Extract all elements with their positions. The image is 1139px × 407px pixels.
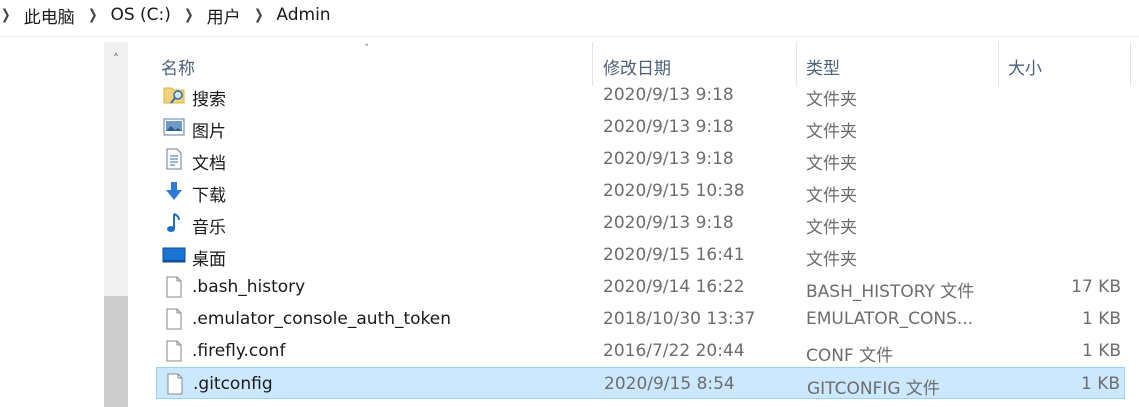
file-row[interactable]: .firefly.conf 2016/7/22 20:44 CONF 文件 1 KB: [156, 335, 1125, 367]
file-type: 文件夹: [806, 122, 857, 142]
column-resize-handle[interactable]: [1130, 42, 1131, 86]
file-type: CONF 文件: [806, 346, 894, 366]
chevron-right-icon[interactable]: ❯: [254, 7, 263, 23]
desktop-folder-icon: [162, 243, 186, 267]
column-type-header[interactable]: 类型: [806, 54, 840, 79]
file-date-modified: 2020/9/13 9:18: [603, 85, 734, 105]
scroll-up-arrow-icon[interactable]: ˄: [104, 42, 128, 76]
file-date-modified: 2020/9/13 9:18: [603, 213, 734, 233]
file-name: 图片: [192, 122, 226, 142]
file-date-modified: 2018/10/30 13:37: [603, 309, 756, 329]
chevron-right-icon[interactable]: ❯: [88, 7, 97, 23]
breadcrumb-os-drive[interactable]: OS (C:): [110, 5, 170, 25]
file-type: 文件夹: [806, 154, 857, 174]
pictures-folder-icon: [162, 115, 186, 139]
breadcrumb: ❯ 此电脑 ❯ OS (C:) ❯ 用户 ❯ Admin: [0, 0, 1139, 30]
file-icon: [162, 275, 186, 299]
file-date-modified: 2020/9/15 8:54: [604, 374, 735, 394]
file-name: .gitconfig: [193, 374, 273, 394]
file-icon: [163, 372, 187, 396]
file-row[interactable]: 桌面 2020/9/15 16:41 文件夹: [156, 239, 1125, 271]
navigation-pane-scrollbar[interactable]: ˄: [104, 42, 128, 407]
file-date-modified: 2020/9/13 9:18: [603, 149, 734, 169]
file-date-modified: 2020/9/15 10:38: [603, 181, 745, 201]
column-name-header[interactable]: 名称: [161, 54, 195, 79]
file-type: 文件夹: [806, 250, 857, 270]
music-folder-icon: [162, 211, 186, 235]
file-name: .firefly.conf: [192, 341, 286, 361]
file-row[interactable]: 音乐 2020/9/13 9:18 文件夹: [156, 207, 1125, 239]
breadcrumb-admin[interactable]: Admin: [276, 5, 330, 25]
column-size-header[interactable]: 大小: [1008, 54, 1042, 79]
file-row[interactable]: 下载 2020/9/15 10:38 文件夹: [156, 175, 1125, 207]
file-name: 文档: [192, 154, 226, 174]
chevron-right-icon[interactable]: ❯: [1, 7, 10, 23]
file-name: .bash_history: [192, 277, 306, 297]
file-name: 音乐: [192, 218, 226, 238]
file-icon: [162, 339, 186, 363]
file-size: 1 KB: [1081, 341, 1121, 361]
file-size: 1 KB: [1080, 374, 1120, 394]
file-name: 桌面: [192, 250, 226, 270]
file-row[interactable]: 文档 2020/9/13 9:18 文件夹: [156, 143, 1125, 175]
column-date-header[interactable]: 修改日期: [603, 54, 671, 79]
scrollbar-thumb[interactable]: [104, 296, 128, 407]
file-type: GITCONFIG 文件: [807, 379, 940, 399]
toolbar-divider: [0, 36, 1139, 37]
file-date-modified: 2020/9/14 16:22: [603, 277, 745, 297]
file-size: 1 KB: [1081, 309, 1121, 329]
file-type: BASH_HISTORY 文件: [806, 282, 975, 302]
documents-folder-icon: [162, 147, 186, 171]
file-type: EMULATOR_CONS...: [806, 309, 974, 329]
breadcrumb-this-pc[interactable]: 此电脑: [24, 3, 75, 28]
file-name: 搜索: [192, 90, 226, 110]
downloads-folder-icon: [162, 179, 186, 203]
search-folder-icon: [162, 83, 186, 107]
chevron-right-icon[interactable]: ❯: [184, 7, 193, 23]
file-row[interactable]: .bash_history 2020/9/14 16:22 BASH_HISTORY…: [156, 271, 1125, 303]
file-date-modified: 2020/9/15 16:41: [603, 245, 745, 265]
file-type: 文件夹: [806, 90, 857, 110]
file-row-selected[interactable]: .gitconfig 2020/9/15 8:54 GITCONFIG 文件 1 KB: [156, 367, 1125, 399]
file-name: .emulator_console_auth_token: [192, 309, 452, 329]
file-size: 17 KB: [1071, 277, 1121, 297]
file-date-modified: 2020/9/13 9:18: [603, 117, 734, 137]
file-row[interactable]: .emulator_console_auth_token 2018/10/30 1…: [156, 303, 1125, 335]
sort-ascending-icon: ˄: [364, 42, 370, 55]
file-row[interactable]: 搜索 2020/9/13 9:18 文件夹: [156, 79, 1125, 111]
file-type: 文件夹: [806, 186, 857, 206]
file-name: 下载: [192, 186, 226, 206]
file-date-modified: 2016/7/22 20:44: [603, 341, 745, 361]
breadcrumb-users[interactable]: 用户: [207, 3, 241, 28]
file-type: 文件夹: [806, 218, 857, 238]
file-icon: [162, 307, 186, 331]
file-row[interactable]: 图片 2020/9/13 9:18 文件夹: [156, 111, 1125, 143]
